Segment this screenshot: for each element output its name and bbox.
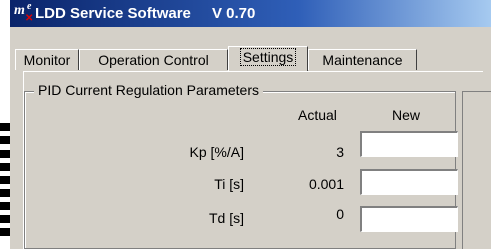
tab-strip: Monitor Operation Control Settings Maint… [10,27,491,75]
tab-operation-control[interactable]: Operation Control [79,49,228,70]
left-edge-markers [0,118,10,249]
kp-actual-value: 3 [336,144,344,160]
edge-marker [0,228,10,236]
edge-marker [0,202,10,210]
kp-new-input[interactable] [360,131,458,157]
col-new-header: New [392,107,421,123]
edge-marker [0,123,10,131]
title-bar[interactable]: m e ✕ LDD Service Software V 0.70 [10,0,491,27]
app-logo-icon: m e ✕ [14,1,34,24]
td-actual-value: 0 [336,206,344,222]
window-title: LDD Service Software [35,5,191,22]
edge-marker [0,176,10,184]
tab-monitor[interactable]: Monitor [15,49,79,70]
version-label: V 0.70 [212,5,256,22]
edge-marker [0,189,10,197]
tab-maintenance[interactable]: Maintenance [308,49,417,70]
ti-label: Ti [s] [214,176,244,192]
edge-marker [0,163,10,171]
td-new-input[interactable] [360,206,458,232]
side-group-box [462,91,491,249]
edge-marker [0,136,10,144]
col-actual-header: Actual [298,107,337,123]
edge-marker [0,150,10,158]
pid-group-title: PID Current Regulation Parameters [34,82,263,98]
td-label: Td [s] [208,210,244,226]
ti-new-input[interactable] [360,169,458,195]
ti-actual-value: 0.001 [308,176,344,192]
kp-label: Kp [%/A] [189,144,244,160]
edge-marker [0,215,10,223]
tab-settings[interactable]: Settings [228,46,308,71]
